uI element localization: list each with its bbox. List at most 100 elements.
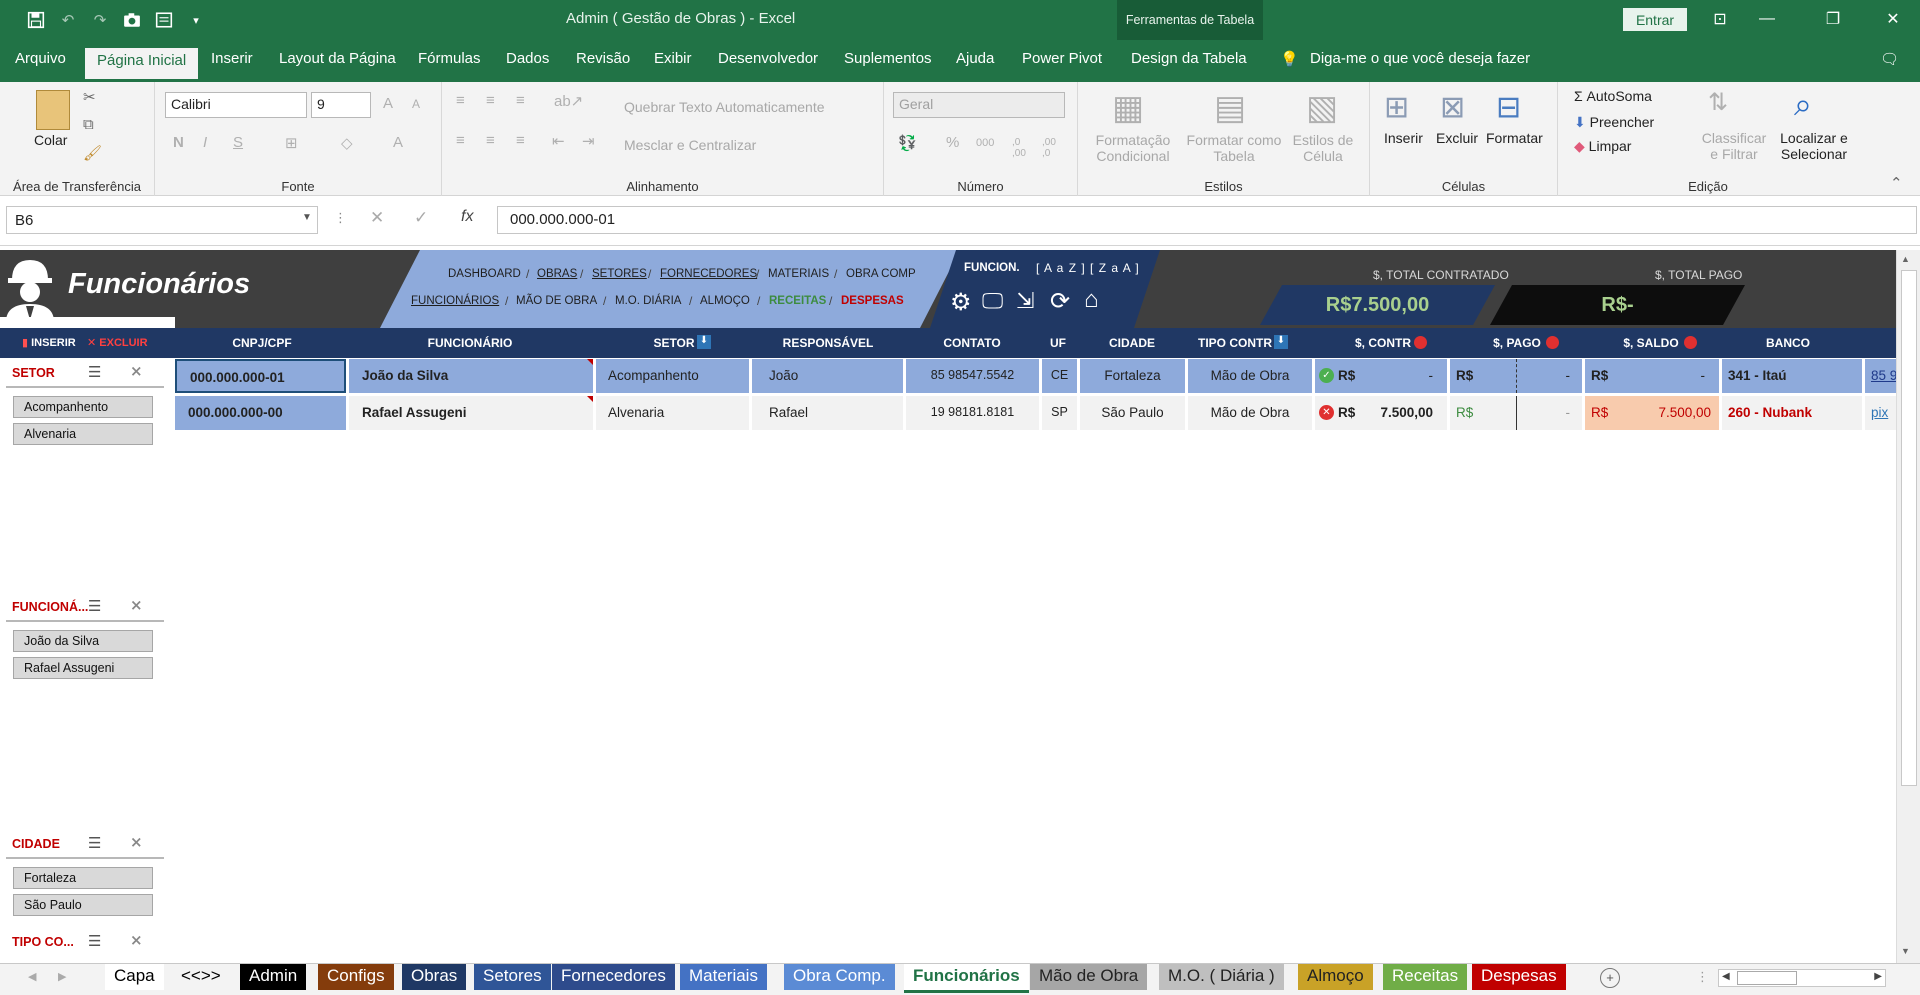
col-uf[interactable]: UF	[1050, 336, 1066, 350]
tab-dados[interactable]: Dados	[506, 50, 549, 67]
vertical-scrollbar[interactable]: ▲ ▼	[1896, 250, 1920, 963]
cell-banco[interactable]: 341 - Itaú	[1722, 359, 1862, 393]
sheet-tab[interactable]: Capa	[105, 964, 164, 990]
cell-pago[interactable]: R$ -	[1450, 359, 1582, 393]
pago-minus-icon[interactable]	[1546, 336, 1559, 349]
sheet-tab[interactable]: <<>>	[172, 964, 230, 990]
contr-minus-icon[interactable]	[1414, 336, 1427, 349]
cut-icon[interactable]: ✂	[83, 88, 96, 106]
sheet-tab[interactable]: M.O. ( Diária )	[1159, 964, 1284, 990]
add-sheet-icon[interactable]: +	[1600, 968, 1620, 988]
number-format-select[interactable]: Geral	[893, 92, 1065, 118]
settings-icon[interactable]: ⚙	[950, 288, 972, 317]
scroll-up-icon[interactable]: ▲	[1901, 254, 1910, 264]
format-as-table-button[interactable]: Formatar como Tabela	[1184, 132, 1284, 164]
tab-inserir[interactable]: Inserir	[211, 50, 253, 67]
cell-setor[interactable]: Acompanhento	[596, 359, 749, 393]
delete-cells-button[interactable]: Excluir	[1436, 130, 1478, 146]
exit-icon[interactable]: ⇲	[1016, 288, 1034, 314]
fill-color-icon[interactable]: ◇	[341, 134, 353, 152]
cell-styles-icon[interactable]: ▧	[1306, 88, 1338, 128]
col-cnpj[interactable]: CNPJ/CPF	[232, 336, 291, 350]
slicer-tipo[interactable]: TIPO CO... ☰ ⨯	[6, 931, 164, 957]
cell-uf[interactable]: SP	[1042, 396, 1077, 430]
align-top-icon[interactable]: ≡	[456, 92, 465, 109]
clear-filter-icon[interactable]: ⨯	[130, 833, 143, 851]
sheet-tab[interactable]: Admin	[240, 964, 307, 990]
tell-me-input[interactable]: Diga-me o que você deseja fazer	[1310, 50, 1530, 67]
slicer-item[interactable]: São Paulo	[13, 894, 153, 916]
shrink-font-icon[interactable]: A	[412, 97, 420, 111]
setor-filter-icon[interactable]: ⬇	[697, 335, 711, 349]
prev-sheet-icon[interactable]: ◀	[28, 970, 36, 983]
nav-setores[interactable]: SETORES	[592, 268, 647, 280]
nav-almoco[interactable]: ALMOÇO	[700, 295, 750, 307]
ribbon-display-icon[interactable]: ⊡	[1705, 8, 1735, 30]
font-name-select[interactable]: Calibri	[165, 92, 307, 118]
col-saldo[interactable]: $, SALDO	[1623, 336, 1678, 350]
formula-bar-handle-icon[interactable]: ⋮	[334, 210, 347, 226]
slicer-item[interactable]: João da Silva	[13, 630, 153, 652]
borders-icon[interactable]: ⊞	[285, 134, 298, 152]
align-middle-icon[interactable]: ≡	[486, 92, 495, 109]
multi-select-icon[interactable]: ☰	[88, 363, 101, 381]
horizontal-scrollbar[interactable]: ◀ ▶	[1718, 969, 1886, 987]
format-painter-icon[interactable]: 🖌	[83, 144, 102, 162]
cell-responsavel[interactable]: Rafael	[752, 396, 903, 430]
cancel-entry-icon[interactable]: ✕	[370, 208, 384, 228]
tab-design-tabela[interactable]: Design da Tabela	[1131, 50, 1247, 67]
tipo-filter-icon[interactable]: ⬇	[1274, 335, 1288, 349]
name-box-dropdown-icon[interactable]: ▼	[302, 212, 312, 223]
insert-function-icon[interactable]: fx	[461, 208, 473, 226]
grow-font-icon[interactable]: A	[383, 95, 393, 112]
bold-button[interactable]: N	[173, 134, 184, 151]
col-responsavel[interactable]: RESPONSÁVEL	[783, 336, 874, 350]
collapse-ribbon-icon[interactable]: ⌃	[1890, 174, 1903, 192]
delete-cells-icon[interactable]: ⊠	[1440, 90, 1465, 125]
cell-extra[interactable]: 85 9	[1865, 359, 1896, 393]
sheet-tab[interactable]: Obras	[402, 964, 467, 990]
decrease-indent-icon[interactable]: ⇤	[552, 132, 565, 150]
sort-filter-icon[interactable]: ⇅	[1708, 88, 1728, 117]
home-icon[interactable]: ⌂	[1084, 286, 1099, 314]
align-center-icon[interactable]: ≡	[486, 132, 495, 149]
nav-mo-diaria[interactable]: M.O. DIÁRIA	[615, 295, 681, 307]
nav-funcionarios[interactable]: FUNCIONÁRIOS	[411, 295, 499, 307]
slicer-setor[interactable]: SETOR ☰ ⨯ Acompanhento Alvenaria	[6, 362, 164, 445]
align-left-icon[interactable]: ≡	[456, 132, 465, 149]
clear-button[interactable]: ◆ Limpar	[1574, 138, 1631, 155]
orientation-icon[interactable]: ab↗	[554, 92, 583, 110]
insert-cells-icon[interactable]: ⊞	[1384, 90, 1409, 125]
cell-responsavel[interactable]: João	[752, 359, 903, 393]
table-row[interactable]: 000.000.000-00 Rafael Assugeni Alvenaria…	[0, 396, 1896, 430]
nav-fornecedores[interactable]: FORNECEDORES	[660, 268, 757, 280]
underline-button[interactable]: S	[233, 134, 243, 151]
nav-dashboard[interactable]: DASHBOARD	[448, 268, 521, 280]
cell-pago[interactable]: R$ -	[1450, 396, 1582, 430]
slicer-funcionario[interactable]: FUNCIONÁ... ☰ ⨯ João da Silva Rafael Ass…	[6, 596, 164, 679]
camera-icon[interactable]	[118, 9, 146, 31]
insert-button[interactable]: ▮ INSERIR	[22, 336, 76, 349]
sheet-tab[interactable]: Almoço	[1298, 964, 1373, 990]
sheet-tab[interactable]: Obra Comp.	[784, 964, 895, 990]
cell-nome[interactable]: João da Silva	[349, 359, 593, 393]
slicer-item[interactable]: Alvenaria	[13, 423, 153, 445]
cell-contato[interactable]: 19 98181.8181	[906, 396, 1039, 430]
col-funcionario[interactable]: FUNCIONÁRIO	[428, 336, 513, 350]
sort-filter-button[interactable]: Classificar e Filtrar	[1698, 130, 1770, 162]
col-pago[interactable]: $, PAGO	[1493, 336, 1541, 350]
italic-button[interactable]: I	[203, 134, 207, 151]
cell-uf[interactable]: CE	[1042, 359, 1077, 393]
minimize-icon[interactable]: —	[1752, 8, 1782, 30]
slicer-item[interactable]: Rafael Assugeni	[13, 657, 153, 679]
nav-materiais[interactable]: MATERIAIS	[768, 268, 829, 280]
next-sheet-icon[interactable]: ▶	[58, 970, 66, 983]
col-cidade[interactable]: CIDADE	[1109, 336, 1155, 350]
cell-saldo[interactable]: R$ -	[1585, 359, 1719, 393]
col-setor[interactable]: SETOR	[653, 336, 694, 350]
cell-saldo[interactable]: R$ 7.500,00	[1585, 396, 1719, 430]
cell-contr[interactable]: ✕ R$ 7.500,00	[1315, 396, 1447, 430]
col-contr[interactable]: $, CONTR	[1355, 336, 1411, 350]
font-size-select[interactable]: 9	[311, 92, 371, 118]
tab-desenvolvedor[interactable]: Desenvolvedor	[718, 50, 818, 67]
